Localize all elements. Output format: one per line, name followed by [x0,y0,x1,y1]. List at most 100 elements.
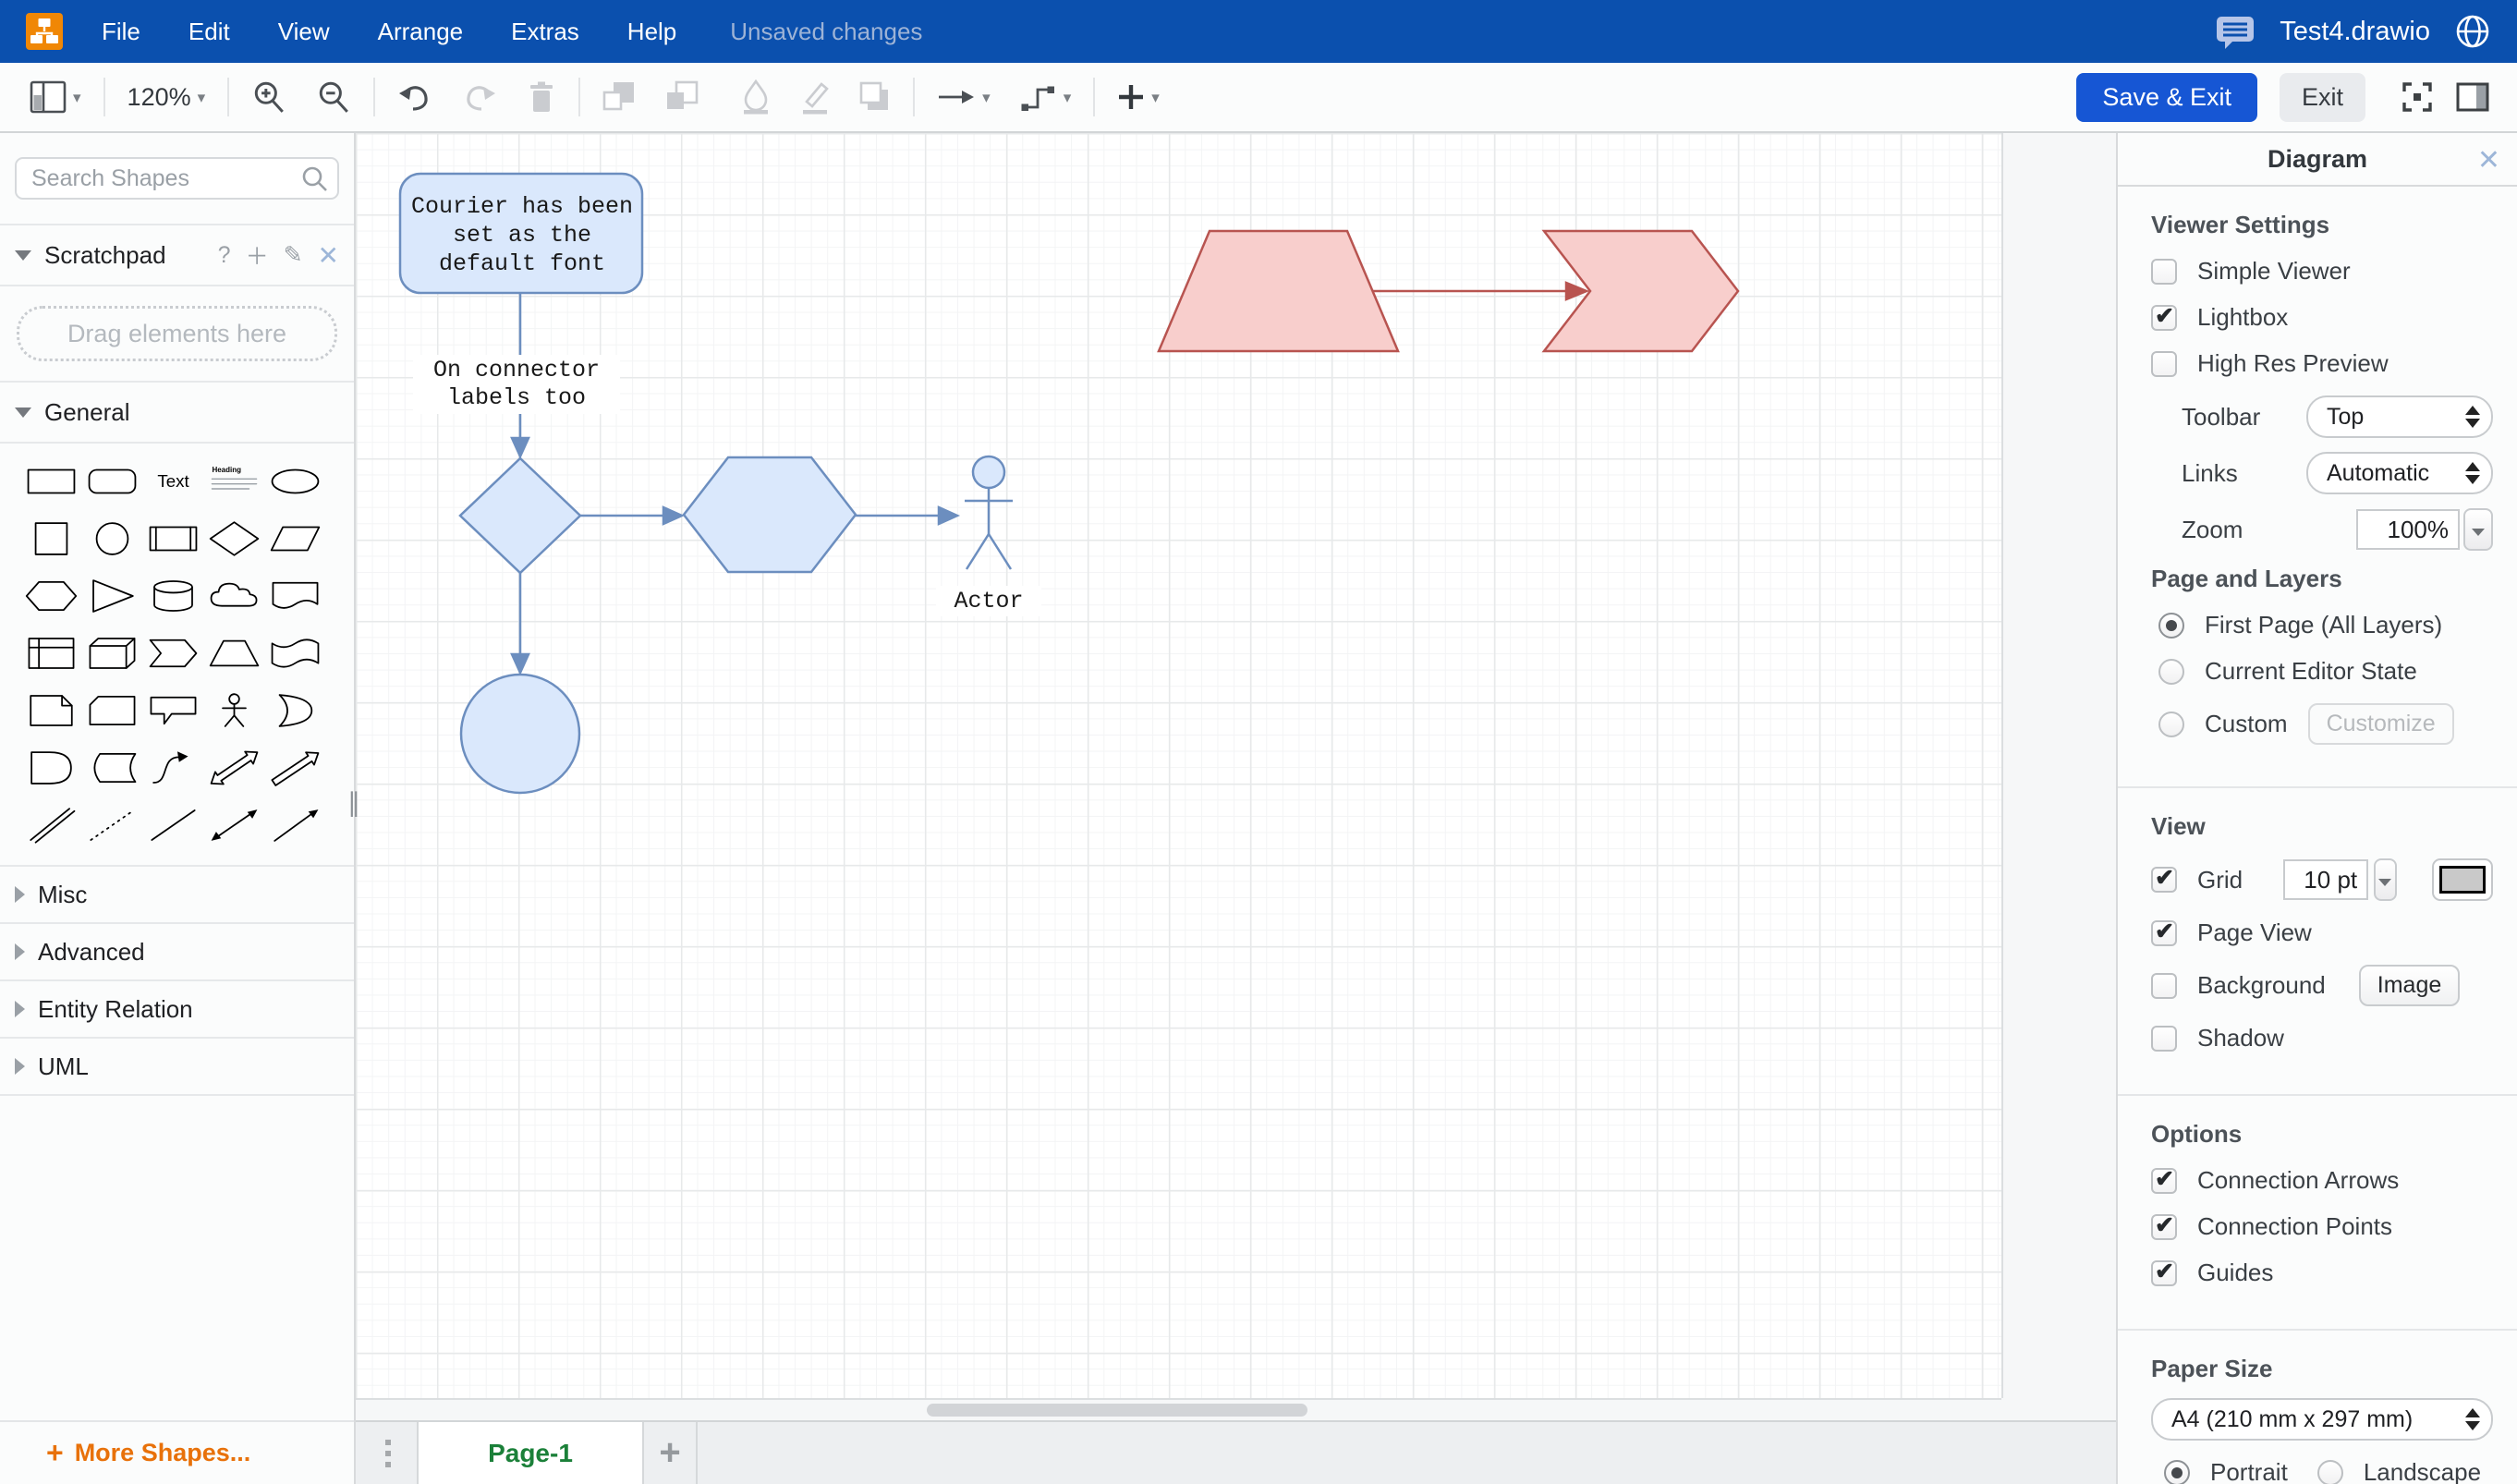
palette-shape-process[interactable] [142,510,203,567]
zoom-in-button[interactable] [246,76,292,118]
toolbar-position-select[interactable]: Top [2306,395,2493,438]
connection-points-checkbox[interactable] [2151,1214,2177,1240]
canvas-label-connector[interactable]: On connector labels too [413,355,620,414]
shadow-checkbox[interactable] [2151,1026,2177,1052]
undo-button[interactable] [392,79,438,116]
palette-shape-or[interactable] [264,682,325,739]
sidebar-section-uml[interactable]: UML [0,1039,354,1096]
menu-extras[interactable]: Extras [511,18,579,46]
zoom-out-button[interactable] [310,76,357,118]
palette-shape-and[interactable] [20,739,81,797]
pages-menu-icon[interactable] [385,1422,391,1484]
view-panels-button[interactable]: ▾ [24,77,87,117]
background-image-button[interactable]: Image [2359,965,2460,1006]
palette-shape-triangle[interactable] [81,567,142,625]
scratchpad-edit-icon[interactable]: ✎ [284,241,303,269]
palette-shape-data-storage[interactable] [81,739,142,797]
palette-shape-cube[interactable] [81,625,142,682]
menu-arrange[interactable]: Arrange [378,18,464,46]
palette-shape-hexagon[interactable] [20,567,81,625]
to-back-button[interactable] [660,77,704,117]
to-front-button[interactable] [597,77,641,117]
page-view-checkbox[interactable] [2151,920,2177,946]
search-shapes-input[interactable] [15,157,339,200]
palette-shape-actor[interactable] [203,682,264,739]
zoom-stepper[interactable] [2463,508,2493,551]
format-panel-toggle-icon[interactable] [2456,82,2489,112]
custom-radio[interactable] [2158,712,2184,737]
palette-shape-curve[interactable] [142,739,203,797]
palette-shape-rectangle[interactable] [20,453,81,510]
comments-icon[interactable] [2215,13,2256,50]
connection-style-button[interactable]: ▾ [931,82,996,112]
background-checkbox[interactable] [2151,973,2177,999]
palette-shape-square[interactable] [20,510,81,567]
palette-shape-arrow[interactable] [264,739,325,797]
add-page-button[interactable]: + [644,1422,696,1484]
fullscreen-icon[interactable] [2401,80,2434,114]
palette-shape-dashed-line[interactable] [81,797,142,854]
palette-shape-internal-storage[interactable] [20,625,81,682]
exit-button[interactable]: Exit [2280,73,2365,122]
save-and-exit-button[interactable]: Save & Exit [2076,73,2257,122]
scratchpad-close-icon[interactable]: ✕ [318,240,339,271]
drawing-canvas[interactable]: Courier has been set as the default font… [356,133,2116,1420]
scratchpad-header[interactable]: Scratchpad ? ＋ ✎ ✕ [0,225,354,286]
palette-shape-trapezoid[interactable] [203,625,264,682]
connection-arrows-checkbox[interactable] [2151,1168,2177,1194]
shadow-button[interactable] [854,78,896,116]
grid-checkbox[interactable] [2151,867,2177,893]
line-color-button[interactable] [795,76,835,118]
scratchpad-add-icon[interactable]: ＋ [246,238,269,272]
canvas-shape-circle[interactable] [461,675,579,793]
sidebar-section-misc[interactable]: Misc [0,867,354,924]
sidebar-section-advanced[interactable]: Advanced [0,924,354,981]
current-editor-state-radio[interactable] [2158,659,2184,685]
redo-button[interactable] [456,79,503,116]
palette-shape-circle[interactable] [81,510,142,567]
close-panel-icon[interactable]: ✕ [2477,144,2500,176]
palette-shape-tape[interactable] [264,625,325,682]
zoom-level-dropdown[interactable]: 120% ▾ [122,79,212,116]
palette-shape-bidirectional-arrow[interactable] [203,739,264,797]
grid-color-button[interactable] [2432,858,2493,901]
canvas-shape-actor[interactable] [965,456,1013,569]
canvas-connector-diamond-to-hexagon[interactable] [580,507,682,524]
palette-shape-parallelogram[interactable] [264,510,325,567]
palette-shape-note[interactable] [20,682,81,739]
canvas-connector-diamond-to-circle[interactable] [512,573,529,673]
canvas-label-actor[interactable]: Actor [936,586,1041,616]
canvas-connector-trapezoid-to-step[interactable] [1373,283,1587,299]
menu-file[interactable]: File [102,18,140,46]
general-section-header[interactable]: General [0,383,354,444]
palette-shape-ellipse[interactable] [264,453,325,510]
menu-edit[interactable]: Edit [188,18,230,46]
canvas-shape-trapezoid[interactable] [1159,231,1398,351]
horizontal-scrollbar[interactable] [927,1404,1307,1417]
palette-shape-document[interactable] [264,567,325,625]
palette-shape-cloud[interactable] [203,567,264,625]
sidebar-resize-handle[interactable]: ∥ [347,787,360,818]
canvas-shape-diamond[interactable] [460,458,580,573]
palette-shape-text[interactable]: Text [142,453,203,510]
palette-shape-rounded-rectangle[interactable] [81,453,142,510]
customize-button[interactable]: Customize [2308,703,2454,745]
simple-viewer-checkbox[interactable] [2151,259,2177,285]
grid-size-input[interactable] [2283,859,2368,900]
paper-size-select[interactable]: A4 (210 mm x 297 mm) [2151,1398,2493,1441]
sidebar-section-entity-relation[interactable]: Entity Relation [0,981,354,1039]
canvas-connector-hexagon-to-actor[interactable] [856,507,957,524]
canvas-shape-hexagon[interactable] [684,457,856,572]
fill-color-button[interactable] [736,76,776,118]
scratchpad-dropzone[interactable]: Drag elements here [17,306,337,361]
grid-size-stepper[interactable] [2374,858,2397,901]
delete-button[interactable] [521,77,562,117]
palette-shape-link[interactable] [20,797,81,854]
menu-help[interactable]: Help [627,18,676,46]
high-res-preview-checkbox[interactable] [2151,351,2177,377]
portrait-radio[interactable] [2164,1460,2190,1484]
scratchpad-help-icon[interactable]: ? [218,242,231,269]
links-select[interactable]: Automatic [2306,452,2493,494]
palette-shape-bidirectional-connector[interactable] [203,797,264,854]
canvas-label-rounded-rect[interactable]: Courier has been set as the default font [407,177,638,293]
